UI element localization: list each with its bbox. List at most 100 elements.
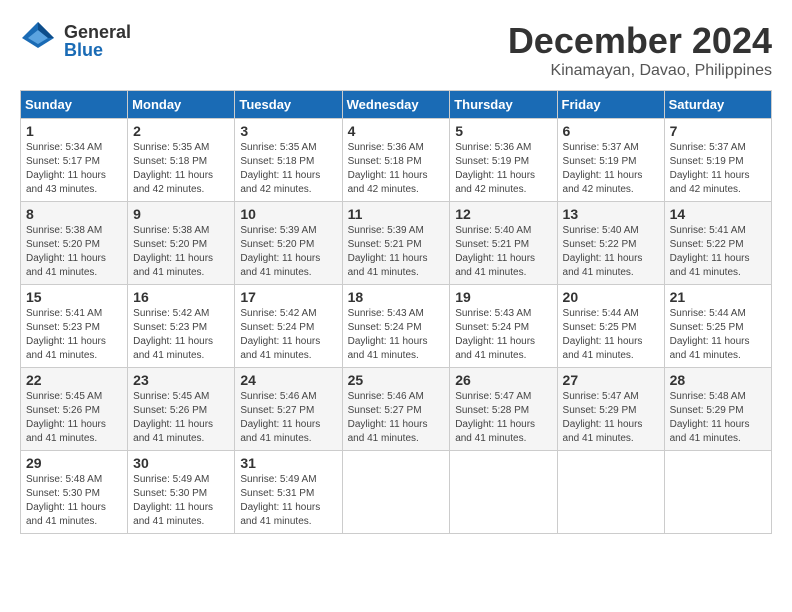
day-number: 7 <box>670 123 766 139</box>
calendar-cell: 11Sunrise: 5:39 AM Sunset: 5:21 PM Dayli… <box>342 202 450 285</box>
day-number: 17 <box>240 289 336 305</box>
header-monday: Monday <box>128 91 235 119</box>
calendar-cell: 12 Sunrise: 5:40 AM Sunset: 5:21 PM Dayli… <box>450 202 557 285</box>
logo-blue: Blue <box>64 41 131 59</box>
day-info: Sunrise: 5:48 AM Sunset: 5:29 PM Dayligh… <box>670 390 766 446</box>
day-info: Sunrise: 5:49 AM Sunset: 5:30 PM Dayligh… <box>133 473 229 529</box>
calendar-cell: 31 Sunrise: 5:49 AM Sunset: 5:31 PM Dayli… <box>235 451 342 534</box>
day-info: Sunrise: 5:38 AM Sunset: 5:20 PM Dayligh… <box>26 224 122 280</box>
calendar-cell: 20 Sunrise: 5:44 AM Sunset: 5:25 PM Dayli… <box>557 285 664 368</box>
day-info: Sunrise: 5:47 AM Sunset: 5:29 PM Dayligh… <box>563 390 659 446</box>
day-number: 18 <box>348 289 445 305</box>
logo: General Blue <box>20 20 131 61</box>
day-number: 2 <box>133 123 229 139</box>
day-info: Sunrise: 5:41 AM Sunset: 5:22 PM Dayligh… <box>670 224 766 280</box>
calendar-cell: 2 Sunrise: 5:35 AM Sunset: 5:18 PM Daylig… <box>128 119 235 202</box>
calendar-cell: 13 Sunrise: 5:40 AM Sunset: 5:22 PM Dayli… <box>557 202 664 285</box>
day-info: Sunrise: 5:42 AM Sunset: 5:24 PM Dayligh… <box>240 307 336 363</box>
day-info: Sunrise: 5:44 AM Sunset: 5:25 PM Dayligh… <box>670 307 766 363</box>
day-info: Sunrise: 5:35 AM Sunset: 5:18 PM Dayligh… <box>133 141 229 197</box>
day-number: 27 <box>563 372 659 388</box>
day-number: 12 <box>455 206 551 222</box>
header-sunday: Sunday <box>21 91 128 119</box>
page-header: General Blue December 2024 Kinamayan, Da… <box>20 20 772 80</box>
day-number: 31 <box>240 455 336 471</box>
header-wednesday: Wednesday <box>342 91 450 119</box>
day-number: 13 <box>563 206 659 222</box>
calendar-cell: 19 Sunrise: 5:43 AM Sunset: 5:24 PM Dayli… <box>450 285 557 368</box>
day-info: Sunrise: 5:36 AM Sunset: 5:18 PM Dayligh… <box>348 141 445 197</box>
day-number: 26 <box>455 372 551 388</box>
day-number: 1 <box>26 123 122 139</box>
day-info: Sunrise: 5:49 AM Sunset: 5:31 PM Dayligh… <box>240 473 336 529</box>
calendar-cell: 1 Sunrise: 5:34 AM Sunset: 5:17 PM Daylig… <box>21 119 128 202</box>
day-info: Sunrise: 5:34 AM Sunset: 5:17 PM Dayligh… <box>26 141 122 197</box>
day-info: Sunrise: 5:39 AM Sunset: 5:20 PM Dayligh… <box>240 224 336 280</box>
header-tuesday: Tuesday <box>235 91 342 119</box>
calendar-cell: 26 Sunrise: 5:47 AM Sunset: 5:28 PM Dayli… <box>450 368 557 451</box>
day-number: 9 <box>133 206 229 222</box>
calendar-cell: 29Sunrise: 5:48 AM Sunset: 5:30 PM Dayli… <box>21 451 128 534</box>
day-number: 11 <box>348 206 445 222</box>
day-number: 10 <box>240 206 336 222</box>
calendar-cell <box>664 451 771 534</box>
header-saturday: Saturday <box>664 91 771 119</box>
day-number: 25 <box>348 372 445 388</box>
day-number: 6 <box>563 123 659 139</box>
day-number: 20 <box>563 289 659 305</box>
day-info: Sunrise: 5:40 AM Sunset: 5:21 PM Dayligh… <box>455 224 551 280</box>
calendar-cell: 28Sunrise: 5:48 AM Sunset: 5:29 PM Dayli… <box>664 368 771 451</box>
calendar-week-row: 29Sunrise: 5:48 AM Sunset: 5:30 PM Dayli… <box>21 451 772 534</box>
calendar-cell: 8 Sunrise: 5:38 AM Sunset: 5:20 PM Daylig… <box>21 202 128 285</box>
day-number: 14 <box>670 206 766 222</box>
calendar-table: SundayMondayTuesdayWednesdayThursdayFrid… <box>20 90 772 534</box>
day-number: 15 <box>26 289 122 305</box>
day-number: 23 <box>133 372 229 388</box>
day-info: Sunrise: 5:46 AM Sunset: 5:27 PM Dayligh… <box>240 390 336 446</box>
calendar-header-row: SundayMondayTuesdayWednesdayThursdayFrid… <box>21 91 772 119</box>
logo-icon <box>20 20 56 56</box>
day-number: 3 <box>240 123 336 139</box>
day-number: 8 <box>26 206 122 222</box>
day-number: 30 <box>133 455 229 471</box>
day-info: Sunrise: 5:43 AM Sunset: 5:24 PM Dayligh… <box>455 307 551 363</box>
day-info: Sunrise: 5:35 AM Sunset: 5:18 PM Dayligh… <box>240 141 336 197</box>
day-info: Sunrise: 5:45 AM Sunset: 5:26 PM Dayligh… <box>133 390 229 446</box>
day-number: 22 <box>26 372 122 388</box>
calendar-cell: 25Sunrise: 5:46 AM Sunset: 5:27 PM Dayli… <box>342 368 450 451</box>
day-info: Sunrise: 5:42 AM Sunset: 5:23 PM Dayligh… <box>133 307 229 363</box>
month-title: December 2024 <box>508 20 772 62</box>
calendar-week-row: 15 Sunrise: 5:41 AM Sunset: 5:23 PM Dayli… <box>21 285 772 368</box>
calendar-cell: 9 Sunrise: 5:38 AM Sunset: 5:20 PM Daylig… <box>128 202 235 285</box>
day-info: Sunrise: 5:45 AM Sunset: 5:26 PM Dayligh… <box>26 390 122 446</box>
day-info: Sunrise: 5:37 AM Sunset: 5:19 PM Dayligh… <box>670 141 766 197</box>
calendar-cell <box>342 451 450 534</box>
calendar-cell: 7 Sunrise: 5:37 AM Sunset: 5:19 PM Daylig… <box>664 119 771 202</box>
day-info: Sunrise: 5:44 AM Sunset: 5:25 PM Dayligh… <box>563 307 659 363</box>
calendar-cell: 6 Sunrise: 5:37 AM Sunset: 5:19 PM Daylig… <box>557 119 664 202</box>
calendar-cell: 21Sunrise: 5:44 AM Sunset: 5:25 PM Dayli… <box>664 285 771 368</box>
day-number: 19 <box>455 289 551 305</box>
header-thursday: Thursday <box>450 91 557 119</box>
title-section: December 2024 Kinamayan, Davao, Philippi… <box>508 20 772 80</box>
calendar-cell: 18 Sunrise: 5:43 AM Sunset: 5:24 PM Dayli… <box>342 285 450 368</box>
day-number: 4 <box>348 123 445 139</box>
calendar-cell: 17 Sunrise: 5:42 AM Sunset: 5:24 PM Dayli… <box>235 285 342 368</box>
calendar-week-row: 8 Sunrise: 5:38 AM Sunset: 5:20 PM Daylig… <box>21 202 772 285</box>
day-info: Sunrise: 5:38 AM Sunset: 5:20 PM Dayligh… <box>133 224 229 280</box>
calendar-cell: 5Sunrise: 5:36 AM Sunset: 5:19 PM Daylig… <box>450 119 557 202</box>
day-info: Sunrise: 5:43 AM Sunset: 5:24 PM Dayligh… <box>348 307 445 363</box>
calendar-cell: 30 Sunrise: 5:49 AM Sunset: 5:30 PM Dayli… <box>128 451 235 534</box>
day-info: Sunrise: 5:36 AM Sunset: 5:19 PM Dayligh… <box>455 141 551 197</box>
day-info: Sunrise: 5:37 AM Sunset: 5:19 PM Dayligh… <box>563 141 659 197</box>
calendar-cell: 3 Sunrise: 5:35 AM Sunset: 5:18 PM Daylig… <box>235 119 342 202</box>
day-info: Sunrise: 5:41 AM Sunset: 5:23 PM Dayligh… <box>26 307 122 363</box>
calendar-cell: 14 Sunrise: 5:41 AM Sunset: 5:22 PM Dayli… <box>664 202 771 285</box>
calendar-cell <box>450 451 557 534</box>
calendar-week-row: 1 Sunrise: 5:34 AM Sunset: 5:17 PM Daylig… <box>21 119 772 202</box>
location-title: Kinamayan, Davao, Philippines <box>508 62 772 80</box>
day-info: Sunrise: 5:48 AM Sunset: 5:30 PM Dayligh… <box>26 473 122 529</box>
day-info: Sunrise: 5:47 AM Sunset: 5:28 PM Dayligh… <box>455 390 551 446</box>
day-info: Sunrise: 5:40 AM Sunset: 5:22 PM Dayligh… <box>563 224 659 280</box>
calendar-week-row: 22 Sunrise: 5:45 AM Sunset: 5:26 PM Dayli… <box>21 368 772 451</box>
